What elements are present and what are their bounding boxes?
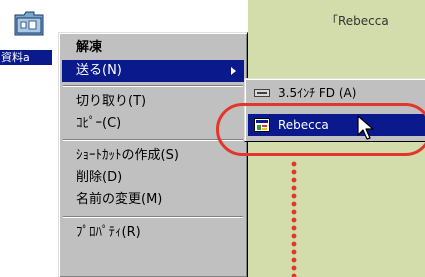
menu-item-cut[interactable]: 切り取り(T) <box>62 91 244 113</box>
menu-separator <box>63 139 243 141</box>
floppy-drive-icon <box>254 89 270 97</box>
submenu-item-label: 3.5ｲﾝﾁ FD (A) <box>278 86 357 100</box>
dotted-guide-line <box>291 160 297 277</box>
submenu-arrow-icon <box>231 67 236 75</box>
submenu-item-floppy[interactable]: 3.5ｲﾝﾁ FD (A) <box>248 82 425 104</box>
menu-separator <box>63 216 243 218</box>
menu-item-label: 送る(N) <box>76 63 122 78</box>
context-menu: 解凍 送る(N) 切り取り(T) ｺﾋﾟｰ(C) ｼｮｰﾄｶｯﾄの作成(S) 削… <box>58 32 248 277</box>
folder-icon[interactable] <box>14 10 44 36</box>
folder-label[interactable]: 資料a <box>0 50 52 65</box>
menu-item-properties[interactable]: ﾌﾟﾛﾊﾟﾃｨ(R) <box>62 222 244 244</box>
menu-item-rename[interactable]: 名前の変更(M) <box>62 189 244 211</box>
mouse-cursor-icon <box>357 115 374 140</box>
menu-item-extract[interactable]: 解凍 <box>62 37 244 59</box>
highlight-ring <box>216 103 425 156</box>
menu-separator <box>63 85 243 87</box>
caption-text: 「Rebecca <box>326 14 389 28</box>
menu-item-send-to[interactable]: 送る(N) <box>62 60 244 82</box>
menu-item-delete[interactable]: 削除(D) <box>62 167 244 189</box>
menu-item-create-shortcut[interactable]: ｼｮｰﾄｶｯﾄの作成(S) <box>62 145 244 167</box>
